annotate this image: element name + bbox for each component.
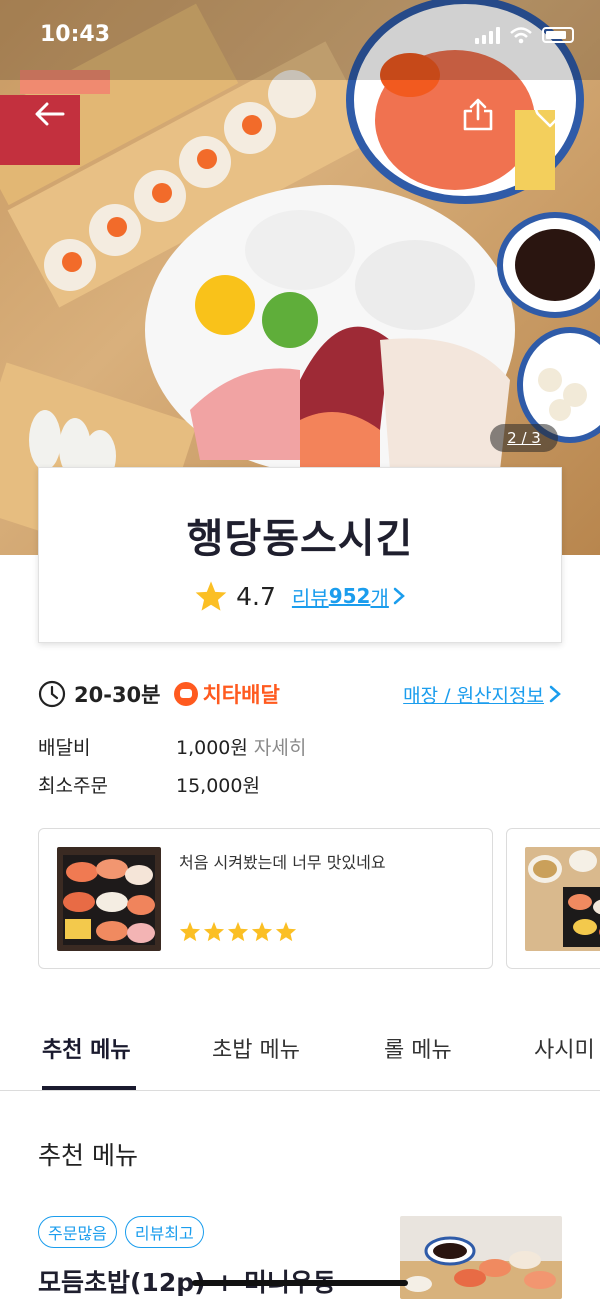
chevron-right-icon xyxy=(549,685,561,703)
star-icon xyxy=(203,921,225,942)
clock-icon xyxy=(38,680,66,708)
rating-row: 4.7 리뷰 952 개 xyxy=(39,580,561,612)
review-stars xyxy=(179,921,297,942)
tab-roll-menu[interactable]: 롤 메뉴 xyxy=(384,1032,452,1064)
store-origin-info-label: 매장 / 원산지정보 xyxy=(403,684,544,707)
review-card[interactable] xyxy=(506,828,600,969)
image-page-indicator: 2 / 3 xyxy=(490,424,558,452)
delivery-fee-value: 1,000원 xyxy=(176,737,248,759)
review-suffix: 개 xyxy=(370,585,389,610)
review-text: 처음 시켜봤는데 너무 맛있네요 xyxy=(179,853,386,872)
min-order-value: 15,000원 xyxy=(176,775,260,797)
wifi-icon xyxy=(510,26,532,43)
review-photo xyxy=(525,847,600,951)
store-name: 행당동스시긴 xyxy=(186,516,414,562)
status-bar: 10:43 xyxy=(0,0,600,70)
star-icon xyxy=(275,921,297,942)
section-title: 추천 메뉴 xyxy=(38,1141,138,1170)
badge-most-ordered: 주문많음 xyxy=(38,1216,117,1248)
battery-icon xyxy=(542,27,574,43)
sushi-photo xyxy=(57,847,161,951)
menu-food-photo xyxy=(400,1216,562,1299)
star-icon xyxy=(179,921,201,942)
menu-item-photo[interactable] xyxy=(400,1216,562,1299)
menu-badges: 주문많음 리뷰최고 xyxy=(38,1216,204,1248)
star-icon xyxy=(195,581,227,611)
back-button[interactable] xyxy=(30,94,70,134)
tab-sashimi-menu[interactable]: 사시미 xyxy=(534,1032,595,1064)
store-info-card: 행당동스시긴 4.7 리뷰 952 개 xyxy=(38,467,562,643)
tab-recommended-menu[interactable]: 추천 메뉴 xyxy=(42,1032,131,1064)
min-order-label: 최소주문 xyxy=(38,775,108,797)
menu-category-tabs: 추천 메뉴 초밥 메뉴 롤 메뉴 사시미 xyxy=(0,1020,600,1091)
cheetah-delivery-label: 치타배달 xyxy=(202,683,280,707)
tab-nigiri-menu[interactable]: 초밥 메뉴 xyxy=(212,1032,300,1064)
status-icons xyxy=(475,26,574,44)
review-count-link[interactable]: 리뷰 952 개 xyxy=(292,582,406,611)
store-origin-info-link[interactable]: 매장 / 원산지정보 xyxy=(403,681,562,708)
review-photo xyxy=(57,847,161,951)
active-tab-underline xyxy=(42,1086,136,1090)
sushi-photo xyxy=(525,847,600,951)
delivery-fee-row: 배달비 1,000원 자세히 xyxy=(38,733,306,760)
badge-best-reviewed: 리뷰최고 xyxy=(124,1216,204,1248)
delivery-info-row: 20-30분 치타배달 매장 / 원산지정보 xyxy=(38,678,562,710)
cheetah-delivery-badge: 치타배달 xyxy=(174,679,280,709)
heart-icon xyxy=(534,99,566,128)
share-icon xyxy=(463,98,493,131)
review-prefix: 리뷰 xyxy=(291,585,329,610)
star-icon xyxy=(251,921,273,942)
rating-value: 4.7 xyxy=(236,581,276,611)
chevron-right-icon xyxy=(393,587,405,605)
review-card[interactable]: 처음 시켜봤는데 너무 맛있네요 xyxy=(38,828,493,969)
delivery-fee-detail-link[interactable]: 자세히 xyxy=(254,733,306,760)
share-button[interactable] xyxy=(458,94,498,134)
delivery-time: 20-30분 xyxy=(74,683,161,707)
favorite-button[interactable] xyxy=(530,94,570,134)
status-time: 10:43 xyxy=(40,22,111,47)
home-indicator xyxy=(192,1280,408,1286)
min-order-row: 최소주문 15,000원 xyxy=(38,771,260,798)
signal-icon xyxy=(475,26,500,44)
cheetah-logo-icon xyxy=(174,682,199,706)
arrow-left-icon xyxy=(35,102,65,126)
star-icon xyxy=(227,921,249,942)
review-count: 952 xyxy=(328,584,371,608)
delivery-fee-label: 배달비 xyxy=(38,737,91,759)
